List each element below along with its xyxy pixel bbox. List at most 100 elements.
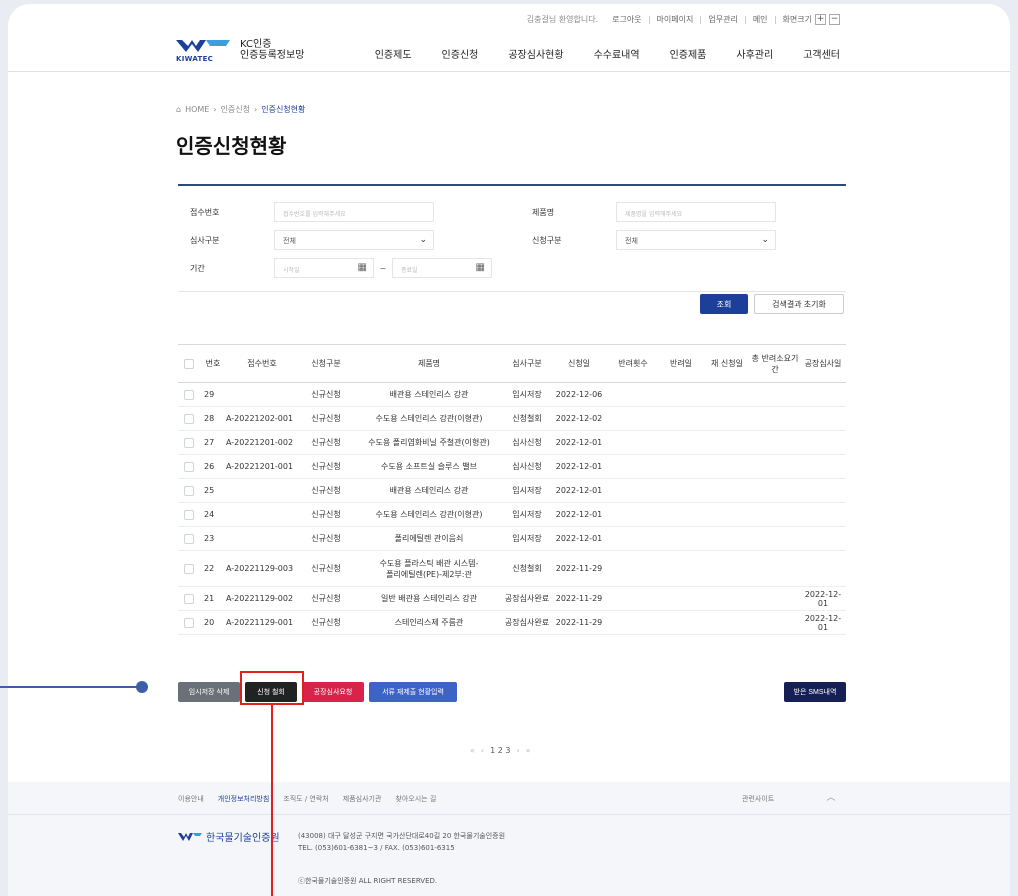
page-numbers[interactable]: 1 2 3 <box>490 746 510 755</box>
footer-link-privacy[interactable]: 개인정보처리방침 <box>218 794 270 804</box>
chevron-up-icon[interactable]: ︿ <box>816 788 846 808</box>
footer-copyright: ⓒ한국물기술인증원 ALL RIGHT RESERVED. <box>298 877 438 885</box>
doc-resubmit-button[interactable]: 서류 재제출 현황입력 <box>369 682 457 702</box>
site-logo[interactable]: KIWATEC KC인증 인증등록정보망 <box>176 38 305 63</box>
row-checkbox[interactable] <box>184 389 194 400</box>
footer-link-org[interactable]: 조직도 / 연락처 <box>283 794 328 804</box>
nav-cert-apply[interactable]: 인증신청 <box>442 46 479 61</box>
main-nav: 인증제도 인증신청 공장심사현황 수수료내역 인증제품 사후관리 고객센터 <box>375 46 840 61</box>
row-checkbox[interactable] <box>184 617 194 628</box>
footer-address: (43008) 대구 달성군 구지면 국가산단대로40길 20 한국물기술인증원… <box>298 832 506 852</box>
footer-link-directions[interactable]: 찾아오시는 길 <box>395 794 436 804</box>
footer-links: 이용안내 개인정보처리방침 조직도 / 연락처 제품심사기관 찾아오시는 길 <box>178 794 436 804</box>
table-row[interactable]: 20 A-20221129-001 신규신청 스테인리스제 주름관 공장심사완료… <box>178 610 846 635</box>
product-input[interactable]: 제품명을 입력해주세요 <box>616 202 776 222</box>
breadcrumb-separator-icon: › <box>213 105 217 114</box>
annotation-connector-line <box>0 686 142 688</box>
apply-type-select[interactable]: 전체 ⌄ <box>616 230 776 250</box>
select-all-checkbox[interactable] <box>184 358 194 369</box>
annotation-connector-dot <box>136 681 148 693</box>
table-row[interactable]: 23 신규신청 폴리에틸렌 관이음쇠 임시저장 2022-12-01 <box>178 526 846 551</box>
row-checkbox[interactable] <box>184 485 194 496</box>
sms-history-button[interactable]: 받은 SMS내역 <box>784 682 846 702</box>
nav-post-manage[interactable]: 사후관리 <box>736 46 773 61</box>
highlight-pointer-line <box>271 705 273 896</box>
logo-brand: KIWATEC <box>176 55 214 63</box>
work-manage-link[interactable]: 업무관리 <box>708 14 737 25</box>
review-type-select[interactable]: 전체 ⌄ <box>274 230 434 250</box>
home-icon[interactable]: ⌂ <box>176 105 181 114</box>
table-row[interactable]: 27 A-20221201-002 신규신청 수도용 폴리염화비닐 주철관(이형… <box>178 430 846 455</box>
logout-link[interactable]: 로그아웃 <box>612 14 641 25</box>
calendar-icon[interactable]: ▦ <box>358 262 367 273</box>
table-row[interactable]: 28 A-20221202-001 신규신청 수도용 스테인리스 강관(이형관)… <box>178 406 846 431</box>
highlight-box <box>240 671 304 705</box>
row-checkbox[interactable] <box>184 413 194 424</box>
search-filter: 접수번호 접수번호를 입력해주세요 제품명 제품명을 입력해주세요 심사구분 전… <box>178 184 846 292</box>
footer-link-guide[interactable]: 이용안내 <box>178 794 204 804</box>
review-type-label: 심사구분 <box>190 235 220 245</box>
product-label: 제품명 <box>532 207 555 217</box>
factory-audit-request-button[interactable]: 공장심사요청 <box>302 682 364 702</box>
kiwatec-logo-icon: KIWATEC <box>176 38 230 63</box>
breadcrumb-current: 인증신청현황 <box>261 105 306 114</box>
receipt-input[interactable]: 접수번호를 입력해주세요 <box>274 202 434 222</box>
table-row[interactable]: 24 신규신청 수도용 스테인리스 강관(이형관) 임시저장 2022-12-0… <box>178 502 846 527</box>
row-checkbox[interactable] <box>184 533 194 544</box>
main-link[interactable]: 메인 <box>753 14 768 25</box>
prev-page-button[interactable]: ‹ <box>481 746 484 755</box>
row-checkbox[interactable] <box>184 461 194 472</box>
related-sites-select[interactable]: 관련사이트 <box>742 794 774 804</box>
start-date-input[interactable]: 시작일 ▦ <box>274 258 374 278</box>
table-row[interactable]: 21 A-20221129-002 신규신청 일반 배관용 스테인리스 강관 공… <box>178 586 846 611</box>
footer: 이용안내 개인정보처리방침 조직도 / 연락처 제품심사기관 찾아오시는 길 관… <box>8 782 1010 896</box>
apply-type-value: 전체 <box>625 237 638 245</box>
nav-factory-audit[interactable]: 공장심사현황 <box>508 46 563 61</box>
zoom-in-button[interactable]: + <box>815 14 826 25</box>
col-header-reject-count: 반려횟수 <box>608 344 658 383</box>
table-row[interactable]: 29 신규신청 배관용 스테인리스 강관 임시저장 2022-12-06 <box>178 382 846 407</box>
row-checkbox[interactable] <box>184 509 194 520</box>
breadcrumb-separator-icon: › <box>254 105 258 114</box>
mypage-link[interactable]: 마이페이지 <box>657 14 694 25</box>
nav-cert-system[interactable]: 인증제도 <box>375 46 412 61</box>
period-label: 기간 <box>190 263 205 273</box>
application-table: 번호 접수번호 신청구분 제품명 심사구분 신청일 반려횟수 반려일 재 신청일… <box>178 344 846 635</box>
table-row[interactable]: 25 신규신청 배관용 스테인리스 강관 임시저장 2022-12-01 <box>178 478 846 503</box>
col-header-no: 번호 <box>200 344 226 383</box>
breadcrumb: ⌂ HOME › 인증신청 › 인증신청현황 <box>176 104 305 115</box>
col-header-reapply-date: 재 신청일 <box>704 344 750 383</box>
col-header-receipt: 접수번호 <box>226 344 298 383</box>
search-button[interactable]: 조회 <box>700 294 748 314</box>
col-header-product: 제품명 <box>354 344 504 383</box>
col-header-apply-date: 신청일 <box>550 344 608 383</box>
header: KIWATEC KC인증 인증등록정보망 인증제도 인증신청 공장심사현황 수수… <box>8 34 1010 72</box>
delete-temp-button[interactable]: 임시저장 삭제 <box>178 682 240 702</box>
zoom-out-button[interactable]: − <box>829 14 840 25</box>
table-row[interactable]: 22 A-20221129-003 신규신청 수도용 플라스틱 배관 시스템- … <box>178 550 846 587</box>
next-page-button[interactable]: › <box>516 746 519 755</box>
breadcrumb-level1[interactable]: 인증신청 <box>221 104 250 115</box>
table-row[interactable]: 26 A-20221201-001 신규신청 수도용 소프트실 슬루스 밸브 심… <box>178 454 846 479</box>
pagination: « ‹ 1 2 3 › » <box>470 746 531 755</box>
logo-title: KC인증 인증등록정보망 <box>240 39 305 61</box>
breadcrumb-home[interactable]: HOME <box>185 105 209 114</box>
zoom-control: 화면크기 + − <box>783 14 840 25</box>
date-range-separator: ~ <box>379 263 387 273</box>
row-checkbox[interactable] <box>184 563 194 574</box>
review-type-value: 전체 <box>283 237 296 245</box>
nav-customer-center[interactable]: 고객센터 <box>803 46 840 61</box>
last-page-button[interactable]: » <box>526 746 531 755</box>
row-checkbox[interactable] <box>184 593 194 604</box>
greeting-text: 김충걸님 환영합니다. <box>526 15 599 24</box>
end-date-input[interactable]: 종료일 ▦ <box>392 258 492 278</box>
col-header-review-type: 심사구분 <box>504 344 550 383</box>
row-checkbox[interactable] <box>184 437 194 448</box>
footer-link-review-org[interactable]: 제품심사기관 <box>343 794 382 804</box>
reset-search-button[interactable]: 검색결과 초기화 <box>754 294 844 314</box>
nav-fees[interactable]: 수수료내역 <box>594 46 640 61</box>
calendar-icon[interactable]: ▦ <box>476 262 485 273</box>
first-page-button[interactable]: « <box>470 746 475 755</box>
nav-cert-products[interactable]: 인증제품 <box>670 46 707 61</box>
col-header-factory-audit-date: 공장심사일 <box>800 344 846 383</box>
